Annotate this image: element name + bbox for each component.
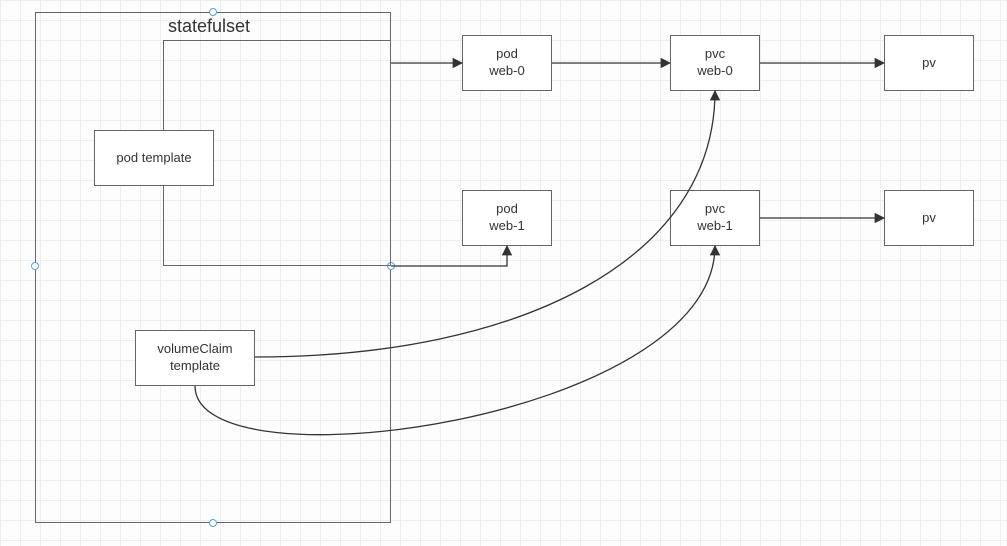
pvc-web-1-node[interactable]: pvc web-1 <box>670 190 760 246</box>
pod-web-1-l2: web-1 <box>489 218 524 235</box>
pv-1-label: pv <box>922 210 936 227</box>
pv-0-node[interactable]: pv <box>884 35 974 91</box>
selection-handle[interactable] <box>31 262 39 270</box>
selection-handle[interactable] <box>209 519 217 527</box>
pv-0-label: pv <box>922 55 936 72</box>
pvc-web-1-l1: pvc <box>705 201 725 218</box>
pod-template-label: pod template <box>116 150 191 167</box>
pvc-web-0-l1: pvc <box>705 46 725 63</box>
pvc-web-0-l2: web-0 <box>697 63 732 80</box>
pvc-web-0-node[interactable]: pvc web-0 <box>670 35 760 91</box>
pod-web-0-node[interactable]: pod web-0 <box>462 35 552 91</box>
pv-1-node[interactable]: pv <box>884 190 974 246</box>
volumeclaim-template-label-l1: volumeClaim <box>157 341 232 358</box>
pod-web-0-l2: web-0 <box>489 63 524 80</box>
selection-handle[interactable] <box>209 8 217 16</box>
pvc-web-1-l2: web-1 <box>697 218 732 235</box>
volumeclaim-template-node[interactable]: volumeClaim template <box>135 330 255 386</box>
pod-web-1-l1: pod <box>496 201 518 218</box>
pod-web-0-l1: pod <box>496 46 518 63</box>
pod-web-1-node[interactable]: pod web-1 <box>462 190 552 246</box>
pod-template-node[interactable]: pod template <box>94 130 214 186</box>
statefulset-title: statefulset <box>168 16 250 37</box>
volumeclaim-template-label-l2: template <box>170 358 220 375</box>
